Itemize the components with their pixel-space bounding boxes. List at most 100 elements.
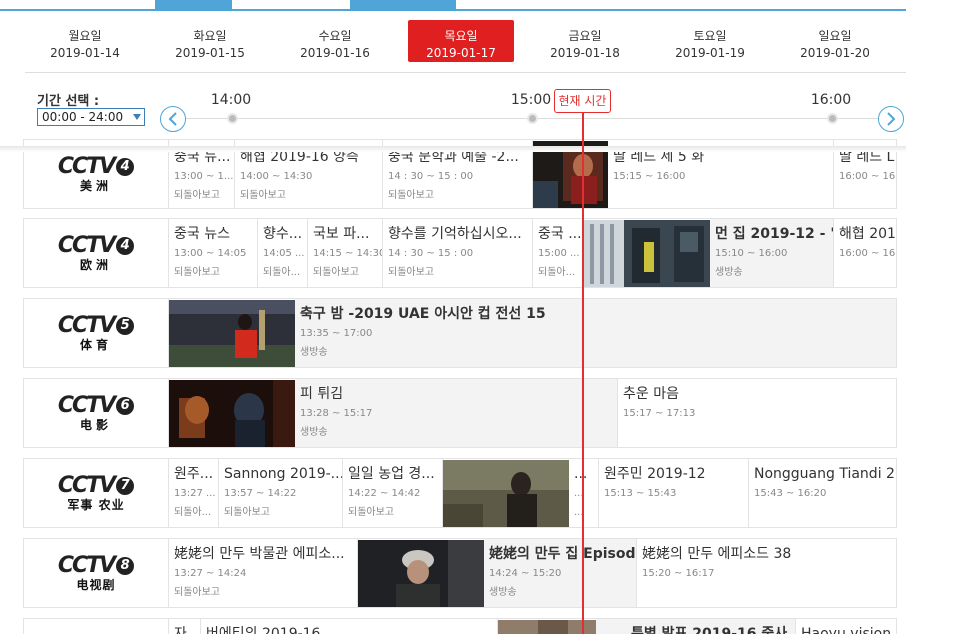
program-time: 14 : 30 ~ 15 : 00: [388, 171, 474, 182]
program-time: 14 : 30 ~ 15 : 00: [388, 248, 474, 259]
channel-row-cctv4-europe: CCTV 4 欧洲 중국 뉴스 13:00 ~ 14:05 되돌아보고 향수...…: [23, 218, 897, 288]
channel-logo[interactable]: [24, 619, 169, 634]
program-time: 14:00 ~ 14:30: [240, 171, 313, 182]
header-shadow: [0, 146, 906, 152]
program-thumbnail[interactable]: [169, 300, 295, 367]
program-cell[interactable]: 향수를 기억하십시오... 14 : 30 ~ 15 : 00 되돌아보고: [383, 219, 533, 287]
channel-number: 6: [116, 396, 135, 415]
program-status: 되돌아보고: [224, 507, 270, 518]
program-cell-live[interactable]: 특별 발표 2019-16 중사: [596, 619, 796, 634]
channel-number: 5: [116, 316, 135, 335]
program-title: Nongguang Tiandi 20: [754, 466, 897, 482]
program-time: 15:10 ~ 16:00: [715, 248, 788, 259]
program-title: 향수를 기억하십시오...: [388, 226, 522, 242]
program-cell[interactable]: 향수... 14:05 ... 되돌아...: [258, 219, 308, 287]
cctv-logo-text: CCTV: [57, 472, 116, 498]
thumbnail-image: [169, 380, 295, 447]
program-cell[interactable]: ... ... ...: [569, 459, 599, 527]
channel-logo[interactable]: CCTV 4 欧洲: [24, 219, 169, 287]
channel-logo[interactable]: CCTV 8 电视剧: [24, 539, 169, 607]
program-cell[interactable]: 국보 파... 14:15 ~ 14:30 되돌아보고: [308, 219, 383, 287]
program-status: 되돌아...: [174, 507, 212, 518]
program-cell[interactable]: 추운 마음 15:17 ~ 17:13: [618, 379, 896, 447]
program-title: 피 튀김: [300, 386, 344, 402]
program-status: 되돌아보고: [174, 587, 220, 598]
program-time: 15:13 ~ 15:43: [604, 488, 677, 499]
program-title: 중국 ...: [538, 226, 582, 242]
program-status: 되돌아보고: [348, 507, 394, 518]
channel-number: 4: [116, 157, 135, 176]
program-cell[interactable]: 姥姥의 만두 에피소드 38 15:20 ~ 16:17: [637, 539, 896, 607]
program-time: ...: [574, 488, 584, 499]
program-title: ...: [574, 466, 588, 482]
program-time: 13:28 ~ 15:17: [300, 408, 373, 419]
program-title: 버에티의 2019-16: [206, 626, 321, 634]
cctv-logo-text: CCTV: [57, 153, 116, 179]
program-cell[interactable]: 중국 ... 15:00 ... 되돌아...: [533, 219, 584, 287]
thumbnail-image: [169, 300, 295, 367]
program-cell[interactable]: 원주... 13:27 ... 되돌아...: [169, 459, 219, 527]
channel-row-cctv6: CCTV 6 电影 피 튀김 13:28 ~ 15:17 생방송 추운 마음 1…: [23, 378, 897, 448]
program-cell[interactable]: 姥姥의 만두 박물관 에피소... 13:27 ~ 14:24 되돌아보고: [169, 539, 358, 607]
program-cell[interactable]: 자...: [169, 619, 201, 634]
program-time: 13:27 ~ 14:24: [174, 568, 247, 579]
program-status: ...: [574, 507, 584, 518]
channel-number: 4: [116, 236, 135, 255]
program-thumbnail[interactable]: [584, 220, 710, 287]
program-cell[interactable]: Nongguang Tiandi 20 15:43 ~ 16:20: [749, 459, 897, 527]
program-time: 15:20 ~ 16:17: [642, 568, 715, 579]
program-cell[interactable]: 해협 2019 16:00 ~ 16:3: [834, 219, 896, 287]
program-cell[interactable]: 중국 뉴스 13:00 ~ 14:05 되돌아보고: [169, 219, 258, 287]
program-status: 생방송: [715, 267, 743, 278]
program-cell-live[interactable]: 먼 집 2019-12 - ' 15:10 ~ 16:00 생방송: [710, 219, 834, 287]
channel-logo[interactable]: CCTV 6 电影: [24, 379, 169, 447]
channel-subtitle: 军事 农业: [67, 497, 125, 512]
program-title: 추운 마음: [623, 386, 679, 402]
program-time: 14:05 ...: [263, 248, 305, 259]
program-time: 15:43 ~ 16:20: [754, 488, 827, 499]
program-status: 생방송: [489, 587, 517, 598]
program-status: 되돌아...: [538, 267, 576, 278]
schedule-grid: CCTV 4 美洲 중국 뉴... 13:00 ~ 1... 되돌아보고 해협 2…: [23, 0, 897, 634]
thumbnail-image: [443, 460, 569, 527]
cctv-logo-text: CCTV: [57, 312, 116, 338]
program-cell[interactable]: Sannong 2019-... 13:57 ~ 14:22 되돌아보고: [219, 459, 343, 527]
program-title: 축구 밤 -2019 UAE 아시안 컵 전선 15: [300, 306, 546, 322]
channel-logo[interactable]: CCTV 7 军事 农业: [24, 459, 169, 527]
program-thumbnail[interactable]: [169, 380, 295, 447]
program-cell[interactable]: 버에티의 2019-16: [201, 619, 498, 634]
channel-subtitle: 美洲: [79, 178, 112, 193]
channel-row-partial: 자... 버에티의 2019-16 특별 발표 2019-16 중사 Haoyu…: [23, 618, 897, 634]
program-cell-live[interactable]: 피 튀김 13:28 ~ 15:17 생방송: [295, 379, 618, 447]
channel-number: 8: [116, 556, 135, 575]
program-title: 姥姥의 만두 박물관 에피소...: [174, 546, 345, 562]
program-status: 되돌아...: [263, 267, 301, 278]
program-time: 14:24 ~ 15:20: [489, 568, 562, 579]
program-title: 국보 파...: [313, 226, 370, 242]
program-status: 되돌아보고: [174, 267, 220, 278]
program-time: 13:00 ~ 14:05: [174, 248, 247, 259]
program-title: Sannong 2019-...: [224, 466, 343, 482]
program-title: 자...: [174, 626, 201, 634]
channel-subtitle: 体育: [79, 337, 112, 352]
program-thumbnail[interactable]: [358, 540, 484, 607]
program-title: 중국 뉴스: [174, 226, 230, 242]
program-thumbnail[interactable]: [443, 460, 569, 527]
channel-logo[interactable]: CCTV 5 体育: [24, 299, 169, 367]
program-time: 15:17 ~ 17:13: [623, 408, 696, 419]
program-status: 생방송: [300, 427, 328, 438]
program-status: 되돌아보고: [388, 267, 434, 278]
program-cell-live[interactable]: 축구 밤 -2019 UAE 아시안 컵 전선 15 13:35 ~ 17:00…: [295, 299, 896, 367]
program-cell[interactable]: Haoyu vision: [796, 619, 896, 634]
program-cell-live[interactable]: 姥姥의 만두 집 Episod 14:24 ~ 15:20 생방송: [484, 539, 637, 607]
cctv-logo-text: CCTV: [57, 552, 116, 578]
cctv-logo-text: CCTV: [57, 232, 116, 258]
program-time: 15:15 ~ 16:00: [613, 171, 686, 182]
program-cell[interactable]: 원주민 2019-12 15:13 ~ 15:43: [599, 459, 749, 527]
channel-subtitle: 电视剧: [76, 577, 116, 592]
program-title: Haoyu vision: [801, 626, 892, 634]
program-time: 15:00 ...: [538, 248, 580, 259]
program-status: 되돌아보고: [313, 267, 359, 278]
program-cell[interactable]: 일일 농업 경... 14:22 ~ 14:42 되돌아보고: [343, 459, 443, 527]
program-time: 13:27 ...: [174, 488, 216, 499]
